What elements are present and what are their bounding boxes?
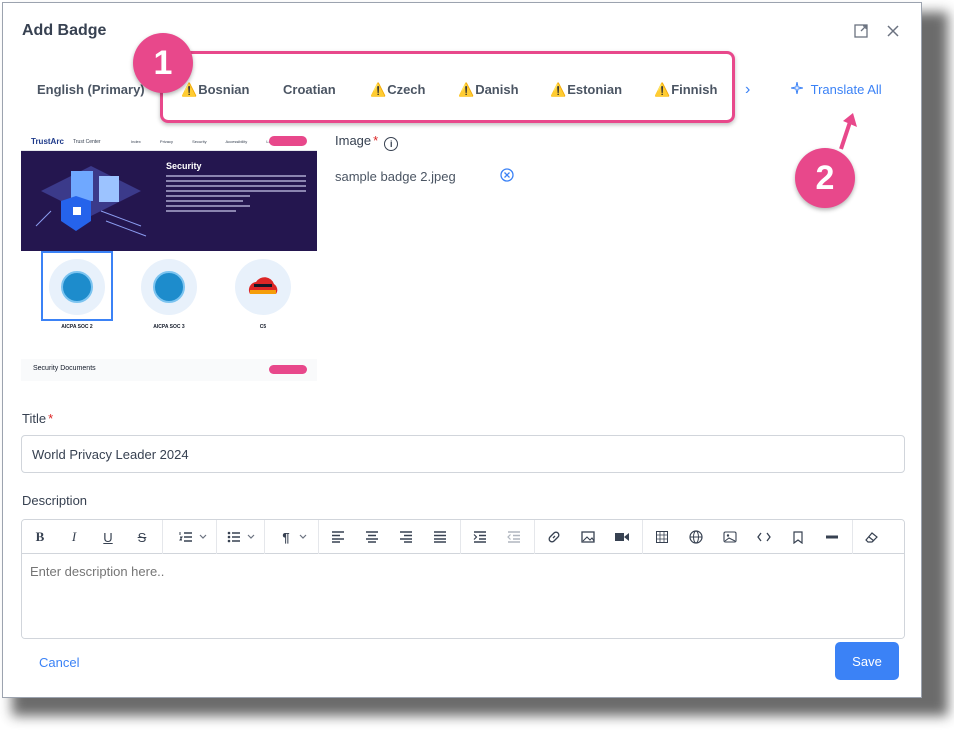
title-field-label: Title *	[22, 411, 53, 426]
strikethrough-icon[interactable]: S	[128, 520, 156, 554]
sparkle-icon	[790, 81, 807, 97]
add-badge-dialog: Add Badge English (Primary) ⚠️Bosnian Cr…	[2, 2, 922, 698]
outdent-icon[interactable]	[500, 520, 528, 554]
image-field-label: Image * i	[335, 133, 399, 151]
preview-navbar: TrustArc Trust Center Index Privacy Secu…	[21, 131, 317, 151]
translate-all-button[interactable]: Translate All	[790, 77, 882, 103]
preview-badge-label: AICPA SOC 3	[153, 324, 185, 330]
eraser-icon[interactable]	[858, 520, 886, 554]
preview-nav-links: Index Privacy Security Accessibility Leg…	[131, 139, 277, 144]
callout-badge-1: 1	[133, 33, 193, 93]
preview-badge-label: C5	[259, 324, 267, 330]
align-center-icon[interactable]	[358, 520, 386, 554]
callout-arrow-icon	[839, 113, 857, 150]
remove-file-icon[interactable]	[500, 168, 514, 182]
underline-icon[interactable]: U	[94, 520, 122, 554]
preview-logo: TrustArc	[31, 137, 64, 146]
image-icon[interactable]	[574, 520, 602, 554]
editor-toolbar: B I U S ¶	[22, 520, 904, 554]
description-editor: B I U S ¶	[21, 519, 905, 639]
insert-image-icon[interactable]	[716, 520, 744, 554]
chevron-down-icon[interactable]	[294, 520, 312, 554]
bookmark-icon[interactable]	[784, 520, 812, 554]
title-input[interactable]	[21, 435, 905, 473]
chevron-down-icon[interactable]	[194, 520, 212, 554]
required-mark: *	[373, 133, 379, 148]
preview-footer: Security Documents	[21, 359, 317, 381]
align-right-icon[interactable]	[392, 520, 420, 554]
cancel-button[interactable]: Cancel	[39, 655, 79, 670]
horizontal-rule-icon[interactable]	[818, 520, 846, 554]
globe-icon[interactable]	[682, 520, 710, 554]
dialog-title: Add Badge	[22, 22, 107, 39]
video-icon[interactable]	[608, 520, 636, 554]
preview-hero-text	[166, 175, 306, 215]
bold-icon[interactable]: B	[26, 520, 54, 554]
info-icon[interactable]: i	[384, 137, 399, 151]
close-icon[interactable]	[885, 23, 901, 39]
indent-icon[interactable]	[466, 520, 494, 554]
preview-footer-title: Security Documents	[33, 365, 96, 372]
preview-footer-button	[269, 365, 307, 374]
description-input[interactable]	[22, 554, 904, 638]
chevron-down-icon[interactable]	[242, 520, 260, 554]
translate-all-label: Translate All	[810, 82, 882, 97]
callout-badge-2: 2	[795, 148, 855, 208]
save-button[interactable]: Save	[835, 642, 899, 680]
badge-image-preview: TrustArc Trust Center Index Privacy Secu…	[21, 131, 317, 383]
italic-icon[interactable]: I	[60, 520, 88, 554]
required-mark: *	[48, 411, 54, 426]
security-illustration-icon	[35, 166, 147, 237]
description-field-label: Description	[22, 493, 88, 508]
image-label-text: Image	[335, 133, 372, 148]
title-label-text: Title	[22, 411, 47, 426]
chevron-right-icon[interactable]: ›	[745, 77, 750, 103]
table-icon[interactable]	[648, 520, 676, 554]
image-file-name: sample badge 2.jpeg	[335, 169, 456, 184]
tab-label: English (Primary)	[37, 82, 145, 97]
tabs-highlight-annotation	[160, 51, 735, 123]
preview-hero-title: Security	[166, 161, 202, 171]
preview-badge-soc2	[49, 259, 105, 315]
preview-nav-button	[269, 136, 307, 146]
preview-logo-sub: Trust Center	[73, 139, 101, 145]
link-icon[interactable]	[540, 520, 568, 554]
preview-badge-label: AICPA SOC 2	[61, 324, 93, 330]
expand-icon[interactable]	[853, 23, 869, 39]
preview-hero: Security	[21, 151, 317, 251]
code-icon[interactable]	[750, 520, 778, 554]
preview-badge-soc3	[141, 259, 197, 315]
preview-badge-c5	[235, 259, 291, 315]
align-justify-icon[interactable]	[426, 520, 454, 554]
align-left-icon[interactable]	[324, 520, 352, 554]
preview-badges: AICPA SOC 2 AICPA SOC 3 C5	[21, 251, 317, 361]
tab-english-primary[interactable]: English (Primary)	[37, 77, 145, 103]
